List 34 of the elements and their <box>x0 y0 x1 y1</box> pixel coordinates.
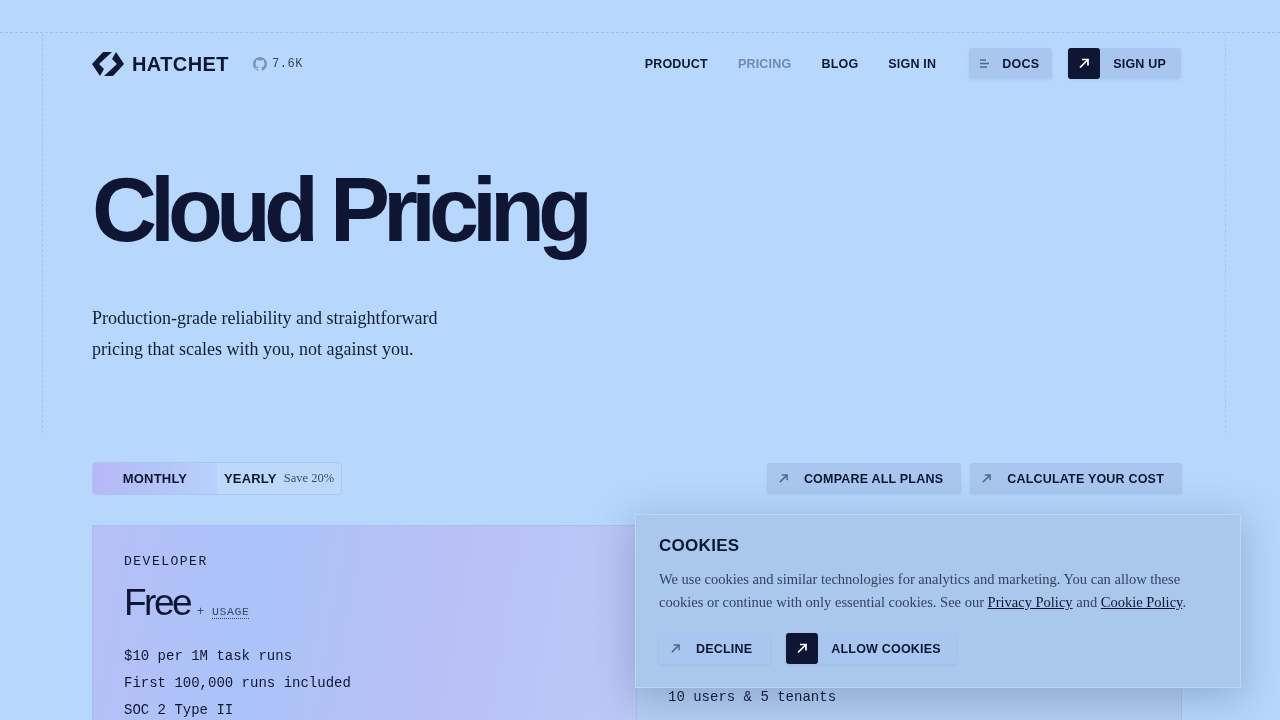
plan-feature: SOC 2 Type II <box>124 701 234 720</box>
page-title: Cloud Pricing <box>92 159 588 262</box>
billing-tab[interactable]: MONTHLY <box>93 463 217 494</box>
plan-feature: 10 users & 5 tenants <box>668 688 837 707</box>
policy-link[interactable]: Cookie Policy <box>1100 594 1183 610</box>
discount-label: Save 20% <box>283 471 335 486</box>
arrow-icon <box>778 474 788 483</box>
plan-feature: First 100,000 runs included <box>124 674 351 693</box>
plan-price: Free <box>124 584 192 622</box>
compare-plans-button[interactable]: COMPARE ALL PLANS <box>766 463 962 494</box>
nav-link[interactable]: SIGN IN <box>888 56 937 71</box>
docs-button[interactable]: DOCS <box>969 48 1053 79</box>
arrow-icon <box>982 474 992 483</box>
plus-sign: + <box>197 603 205 620</box>
cookie-title: COOKIES <box>659 535 740 557</box>
cookie-text: We use cookies and similar technologies for analytics and marketing. You can allow these cookies or continue with only essential cookies. See our Privacy Policy and Cookie Policy. <box>659 570 1188 612</box>
plan-name: DEVELOPER <box>124 554 208 570</box>
logo-icon <box>92 51 124 76</box>
plan-feature: $10 per 1M task runs <box>124 647 293 666</box>
billing-tab[interactable]: YEARLY Save 20% <box>217 463 341 494</box>
arrow-icon <box>671 644 680 653</box>
nav-link[interactable]: PRODUCT <box>644 56 708 71</box>
logo-text: HATCHET <box>132 51 229 76</box>
page-subtitle: Production-grade reliability and straightforward pricing that scales with you, not against you. <box>92 307 439 361</box>
menu-icon <box>980 59 991 68</box>
github-stars-link[interactable]: 7.6K <box>252 56 304 71</box>
policy-link[interactable]: Privacy Policy <box>987 594 1073 610</box>
nav-link[interactable]: BLOG <box>821 56 859 71</box>
calculate-cost-button[interactable]: CALCULATE YOUR COST <box>970 463 1182 494</box>
sign-up-button[interactable]: SIGN UP <box>1068 48 1181 79</box>
decline-button[interactable]: DECLINE <box>659 633 771 664</box>
github-icon <box>252 56 267 71</box>
usage-label: USAGE <box>212 604 250 620</box>
allow-cookies-button[interactable]: ALLOW COOKIES <box>786 633 956 664</box>
